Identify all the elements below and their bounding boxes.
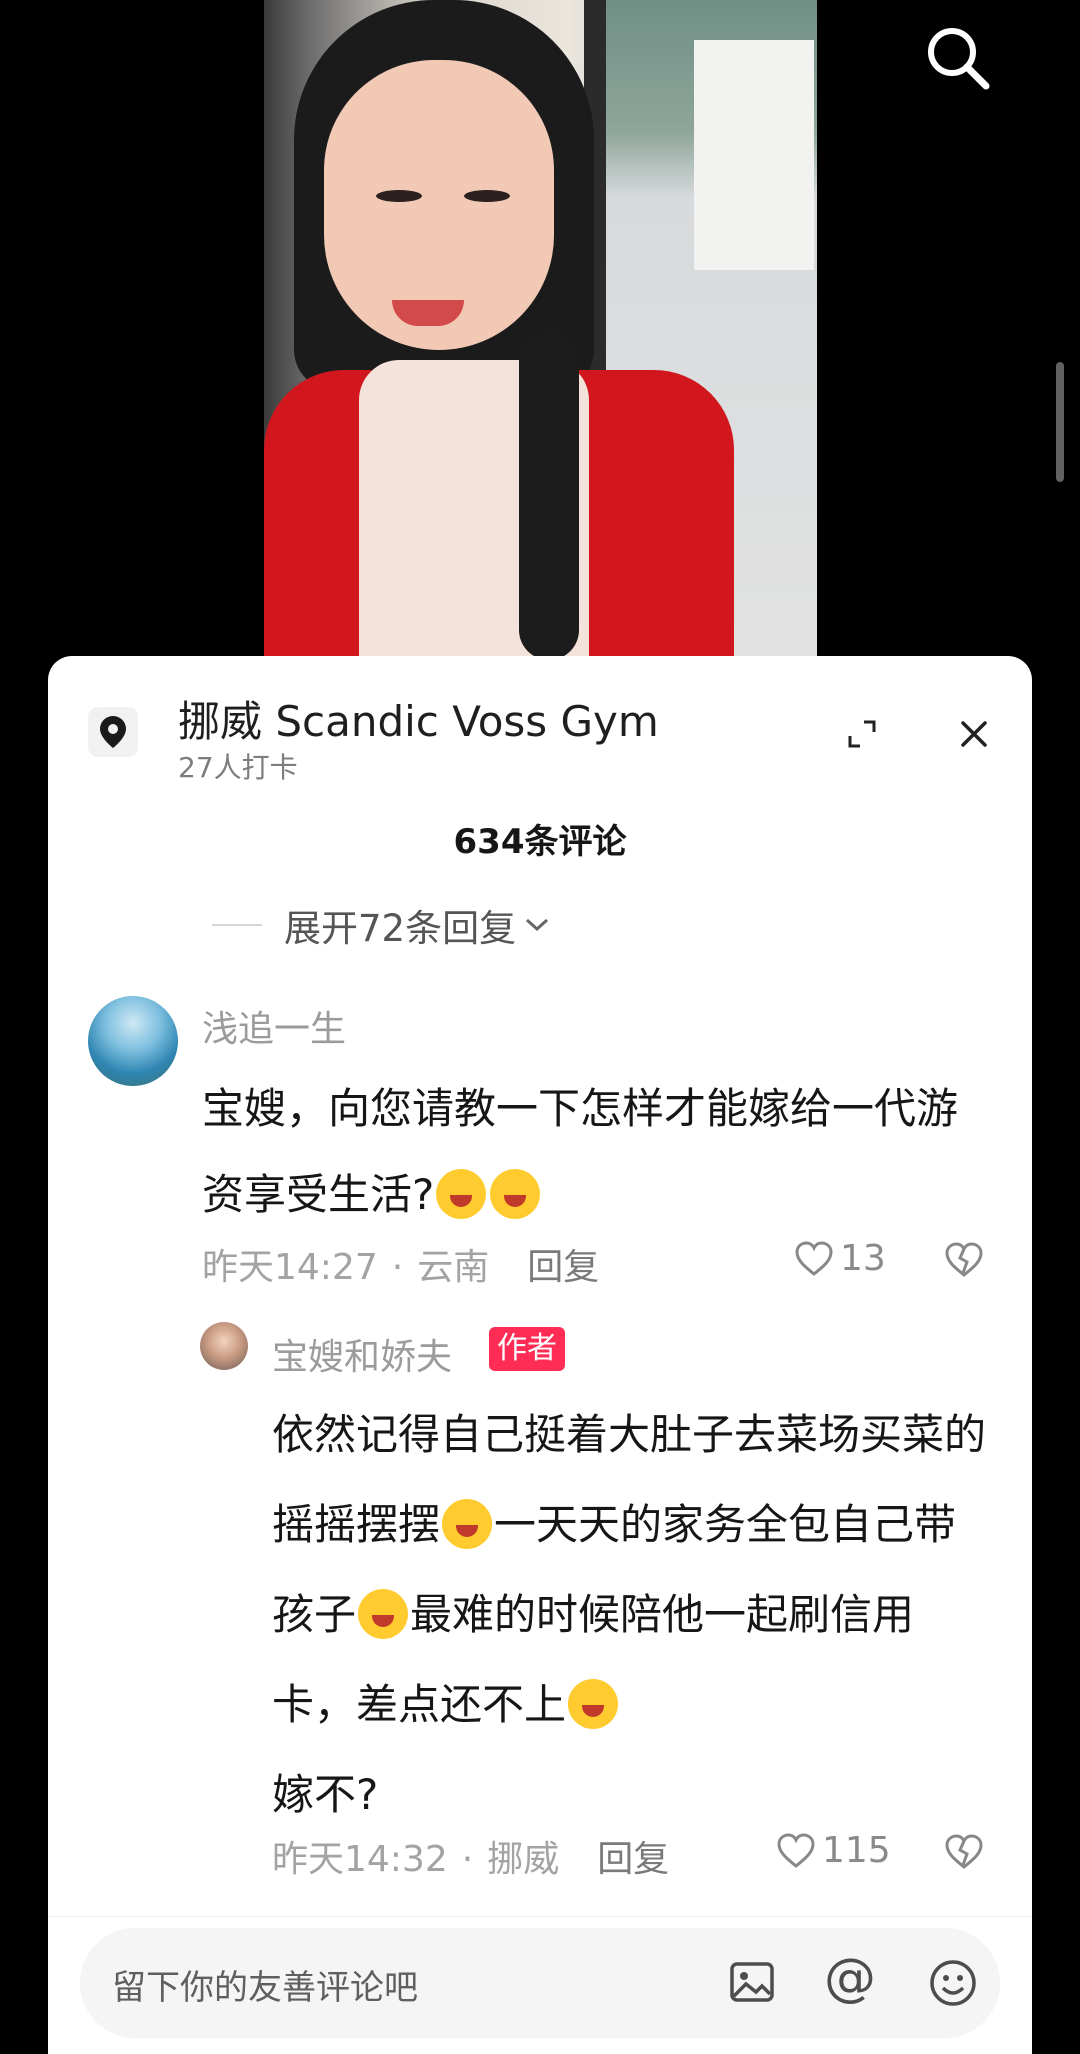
expand-replies-label: 展开72条回复	[284, 907, 517, 950]
location-checkins: 27人打卡	[178, 751, 298, 784]
divider	[212, 924, 262, 926]
video-person-eye	[464, 190, 510, 202]
avatar[interactable]	[200, 1322, 248, 1370]
thinking-emoji-icon	[358, 1588, 409, 1639]
comment-count: 634条评论	[453, 822, 627, 862]
avatar[interactable]	[88, 996, 178, 1086]
comment-text: 宝嫂，向您请教一下怎样才能嫁给一代游资享受生活?	[202, 1066, 982, 1238]
comment-meta: 昨天14:27 · 云南 回复	[202, 1247, 600, 1288]
close-icon[interactable]	[958, 718, 990, 750]
video-building	[694, 40, 814, 270]
crying-laughing-emoji-icon	[436, 1168, 487, 1219]
location-title[interactable]: 挪威 Scandic Voss Gym	[178, 688, 659, 749]
author-badge: 作者	[489, 1327, 565, 1371]
chevron-down-icon	[526, 918, 549, 932]
dislike-icon[interactable]	[944, 1240, 984, 1280]
reply-button[interactable]: 回复	[527, 1247, 599, 1288]
comment-input-placeholder[interactable]: 留下你的友善评论吧	[112, 1960, 418, 2009]
crying-laughing-emoji-icon	[490, 1168, 541, 1219]
at-icon[interactable]: @	[824, 1950, 876, 2006]
reply-region: 挪威	[487, 1839, 560, 1880]
reply-time: 昨天14:32	[272, 1839, 448, 1880]
heart-icon	[795, 1240, 833, 1276]
expand-replies-button[interactable]: 展开72条回复	[212, 898, 552, 952]
video-person-eye	[376, 190, 422, 202]
comment-username[interactable]: 浅追一生	[202, 1000, 346, 1052]
comment-region: 云南	[417, 1247, 490, 1288]
scrollbar[interactable]	[1056, 362, 1064, 482]
like-button[interactable]: 115	[776, 1830, 891, 1871]
location-pin-icon	[88, 707, 138, 757]
image-icon[interactable]	[728, 1958, 776, 2006]
reply-username[interactable]: 宝嫂和娇夫	[272, 1328, 452, 1380]
like-button[interactable]: 13	[794, 1238, 886, 1279]
comment-time: 昨天14:27	[202, 1247, 378, 1288]
like-count: 115	[822, 1830, 891, 1871]
heart-icon	[777, 1832, 815, 1868]
expand-icon[interactable]	[846, 718, 878, 750]
like-count: 13	[840, 1238, 886, 1279]
reply-meta: 昨天14:32 · 挪威 回复	[272, 1839, 670, 1880]
search-icon[interactable]	[922, 22, 992, 92]
comment-text-content: 宝嫂，向您请教一下怎样才能嫁给一代游资享受生活?	[202, 1084, 959, 1219]
reply-button[interactable]: 回复	[597, 1839, 669, 1880]
reply-text: 依然记得自己挺着大肚子去菜场买菜的摇摇摆摆 一天天的家务全包自己带孩子 最难的时候陪…	[272, 1390, 992, 1840]
dislike-icon[interactable]	[944, 1832, 984, 1872]
video-player[interactable]	[264, 0, 817, 660]
laughing-emoji-icon	[442, 1498, 493, 1549]
reply-text-part: 嫁不?	[272, 1770, 379, 1819]
smile-icon[interactable]	[928, 1958, 978, 2008]
thinking-emoji-icon	[568, 1678, 619, 1729]
video-person-braid	[519, 330, 579, 660]
